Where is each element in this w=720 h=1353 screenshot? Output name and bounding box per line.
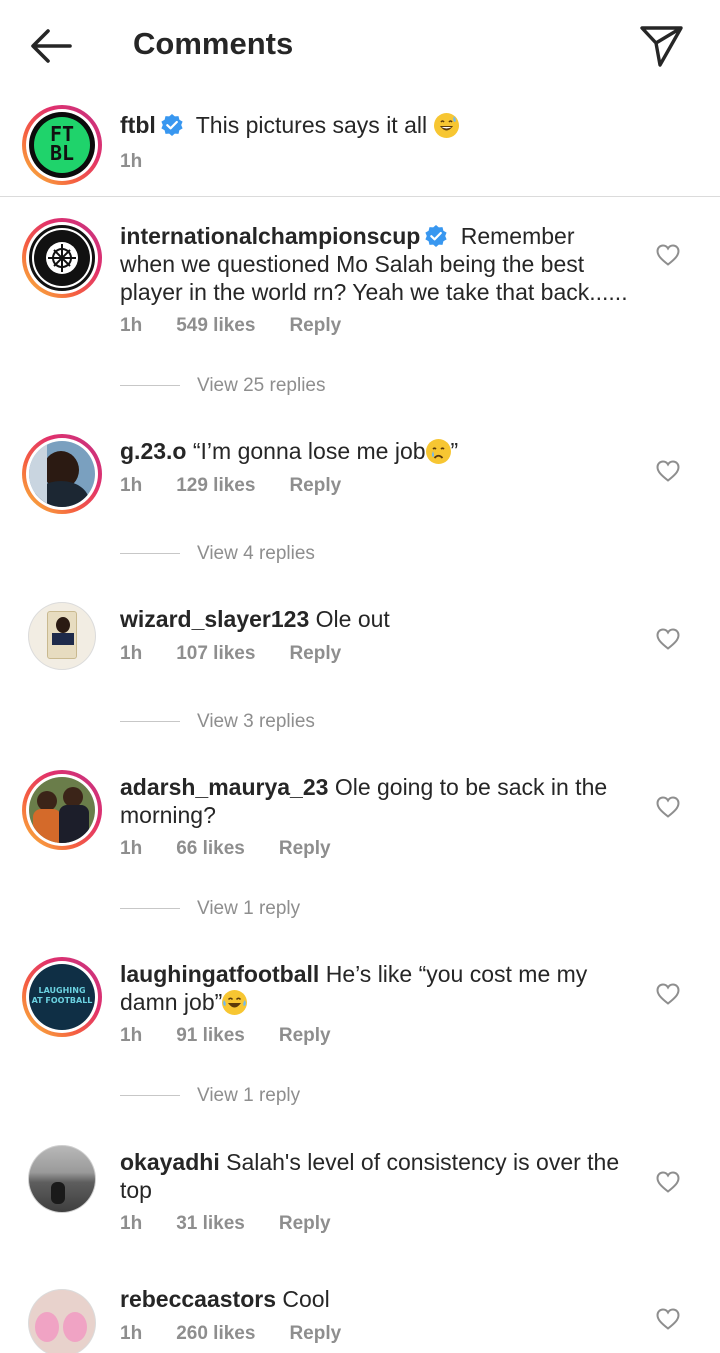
- avatar[interactable]: [28, 602, 96, 670]
- reply-button[interactable]: Reply: [289, 315, 341, 336]
- verified-icon: [425, 225, 447, 247]
- replies-divider: [120, 908, 180, 910]
- avatar[interactable]: [22, 434, 102, 514]
- comment-body: “I’m gonna lose me job: [192, 438, 426, 464]
- likes-count[interactable]: 66 likes: [176, 838, 245, 859]
- avatar[interactable]: [28, 1145, 96, 1213]
- verified-icon: [161, 114, 183, 136]
- reply-button[interactable]: Reply: [279, 1025, 331, 1046]
- username[interactable]: okayadhi: [120, 1149, 220, 1175]
- replies-divider: [120, 553, 180, 555]
- comment-meta: 1h 31 likes Reply: [120, 1213, 365, 1235]
- tears-of-joy-emoji-icon: [222, 990, 248, 1015]
- timestamp: 1h: [120, 838, 143, 859]
- heart-icon[interactable]: [656, 244, 680, 266]
- heart-icon[interactable]: [656, 460, 680, 482]
- timestamp: 1h: [120, 1213, 143, 1234]
- username[interactable]: wizard_slayer123: [120, 606, 309, 632]
- view-replies-button[interactable]: View 4 replies: [120, 543, 315, 569]
- view-replies-label: View 1 reply: [197, 1085, 301, 1106]
- avatar[interactable]: [28, 1289, 96, 1353]
- likes-count[interactable]: 260 likes: [176, 1323, 255, 1344]
- comment-text: okayadhi Salah's level of consistency is…: [120, 1148, 640, 1204]
- username[interactable]: g.23.o: [120, 438, 186, 464]
- comment-meta: 1h 129 likes Reply: [120, 475, 375, 497]
- grinning-sweat-emoji-icon: [433, 113, 459, 138]
- send-icon: [640, 26, 683, 67]
- replies-divider: [120, 1095, 180, 1097]
- avatar-logo-text: BL: [49, 141, 75, 165]
- view-replies-button[interactable]: View 25 replies: [120, 375, 326, 401]
- header: Comments: [0, 0, 720, 92]
- username[interactable]: rebeccaastors: [120, 1286, 276, 1312]
- heart-icon[interactable]: [656, 983, 680, 1005]
- comment-text: laughingatfootball He’s like “you cost m…: [120, 960, 640, 1016]
- view-replies-button[interactable]: View 1 reply: [120, 898, 300, 924]
- heart-icon[interactable]: [656, 628, 680, 650]
- comment-text: wizard_slayer123 Ole out: [120, 605, 640, 633]
- heart-icon[interactable]: [656, 1308, 680, 1330]
- timestamp: 1h: [120, 475, 143, 496]
- heart-icon[interactable]: [656, 796, 680, 818]
- avatar[interactable]: [22, 218, 102, 298]
- view-replies-label: View 25 replies: [197, 375, 326, 396]
- heart-icon[interactable]: [656, 1171, 680, 1193]
- caption-text: ftbl This pictures says it all: [120, 111, 640, 139]
- reply-button[interactable]: Reply: [289, 1323, 341, 1344]
- likes-count[interactable]: 107 likes: [176, 643, 255, 664]
- likes-count[interactable]: 549 likes: [176, 315, 255, 336]
- avatar-logo-text: AT FOOTBALL: [31, 996, 93, 1005]
- likes-count[interactable]: 91 likes: [176, 1025, 245, 1046]
- comment-text: adarsh_maurya_23 Ole going to be sack in…: [120, 773, 640, 829]
- share-button[interactable]: [636, 20, 686, 70]
- reply-button[interactable]: Reply: [289, 643, 341, 664]
- reply-button[interactable]: Reply: [279, 838, 331, 859]
- view-replies-button[interactable]: View 1 reply: [120, 1085, 300, 1111]
- caption-body: This pictures says it all: [195, 112, 428, 138]
- replies-divider: [120, 385, 180, 387]
- likes-count[interactable]: 129 likes: [176, 475, 255, 496]
- post-caption: FT BL ftbl This pictures says it all 1h: [0, 100, 720, 197]
- avatar[interactable]: [22, 770, 102, 850]
- comment-meta: 1h 91 likes Reply: [120, 1025, 365, 1047]
- comment-body: Ole out: [315, 606, 390, 632]
- replies-divider: [120, 721, 180, 723]
- avatar-logo-text: LAUGHING: [38, 986, 86, 995]
- comment-meta: 1h 260 likes Reply: [120, 1323, 375, 1345]
- timestamp: 1h: [120, 643, 143, 664]
- avatar[interactable]: FT BL: [22, 105, 102, 185]
- comment-body: Cool: [282, 1286, 330, 1312]
- page-title: Comments: [133, 26, 294, 61]
- timestamp: 1h: [120, 315, 143, 336]
- view-replies-label: View 3 replies: [197, 711, 315, 732]
- avatar[interactable]: LAUGHING AT FOOTBALL: [22, 957, 102, 1037]
- timestamp: 1h: [120, 151, 143, 172]
- caption-meta: 1h: [120, 151, 176, 173]
- comment-text: g.23.o “I’m gonna lose me job ”: [120, 437, 640, 465]
- username[interactable]: ftbl: [120, 112, 156, 138]
- reply-button[interactable]: Reply: [289, 475, 341, 496]
- comment-meta: 1h 107 likes Reply: [120, 643, 375, 665]
- view-replies-button[interactable]: View 3 replies: [120, 711, 315, 737]
- timestamp: 1h: [120, 1323, 143, 1344]
- reply-button[interactable]: Reply: [279, 1213, 331, 1234]
- comment-meta: 1h 66 likes Reply: [120, 838, 365, 860]
- back-arrow-icon: [31, 29, 72, 63]
- view-replies-label: View 4 replies: [197, 543, 315, 564]
- view-replies-label: View 1 reply: [197, 898, 301, 919]
- likes-count[interactable]: 31 likes: [176, 1213, 245, 1234]
- comment-text: rebeccaastors Cool: [120, 1285, 640, 1313]
- timestamp: 1h: [120, 1025, 143, 1046]
- back-button[interactable]: [24, 22, 78, 70]
- comment-text: internationalchampionscup Remember when …: [120, 222, 635, 306]
- crying-face-emoji-icon: [425, 439, 451, 464]
- comment-body-end: ”: [450, 438, 459, 464]
- username[interactable]: adarsh_maurya_23: [120, 774, 328, 800]
- comment-meta: 1h 549 likes Reply: [120, 315, 375, 337]
- username[interactable]: laughingatfootball: [120, 961, 319, 987]
- username[interactable]: internationalchampionscup: [120, 223, 420, 249]
